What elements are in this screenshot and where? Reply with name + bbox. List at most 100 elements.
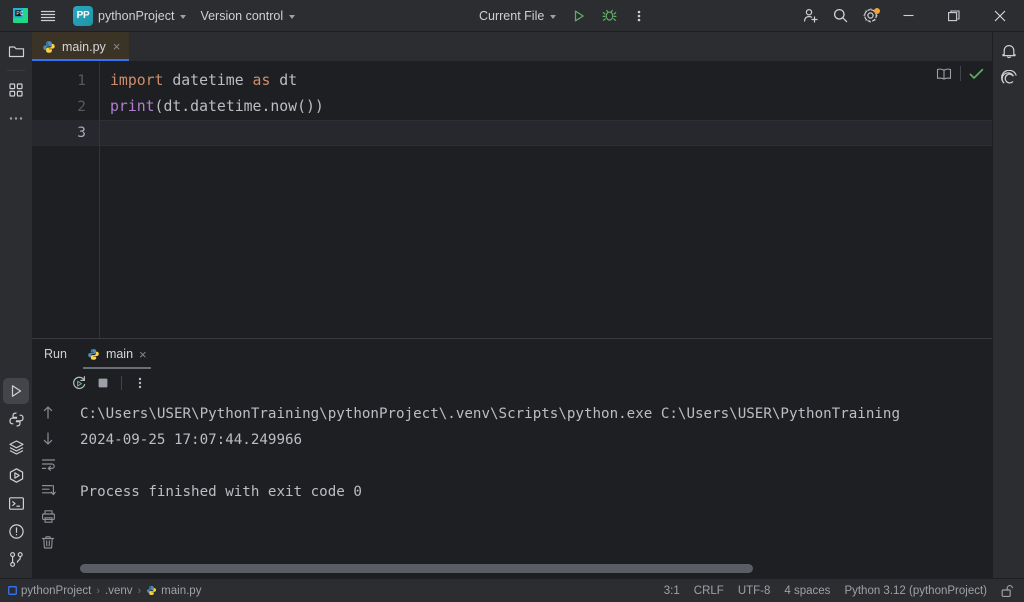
line-number: 2 (77, 99, 86, 115)
sidebar-item-run[interactable] (3, 378, 29, 404)
soft-wrap-icon[interactable] (36, 453, 60, 475)
breadcrumb-item-venv[interactable]: .venv (105, 585, 133, 597)
code-text-area[interactable]: import datetime as dt print(dt.datetime.… (100, 62, 992, 338)
toolbar-divider (121, 376, 122, 390)
project-badge: PP (73, 5, 93, 26)
code-editor[interactable]: 1 2 3 import datetime as dt print(dt.dat… (32, 62, 992, 338)
editor-gutter: 1 2 3 (32, 62, 100, 338)
code-token: as (252, 72, 271, 89)
console-line: 2024-09-25 17:07:44.249966 (80, 432, 303, 448)
console-line: C:\Users\USER\PythonTraining\pythonProje… (80, 406, 900, 422)
settings-gear-icon[interactable] (856, 3, 884, 29)
notifications-button[interactable] (996, 38, 1022, 64)
scrollbar-thumb[interactable] (80, 564, 754, 573)
sidebar-item-python-console[interactable] (3, 406, 29, 432)
breadcrumb-label: pythonProject (21, 584, 92, 597)
version-control-widget[interactable]: Version control (193, 4, 302, 28)
checkmark-icon[interactable] (969, 67, 984, 81)
run-button[interactable] (565, 3, 593, 29)
code-token: (dt.datetime.now()) (154, 98, 324, 115)
editor-tab-close-icon[interactable]: × (112, 40, 122, 53)
stop-button[interactable] (92, 372, 114, 394)
window-maximize-icon[interactable] (932, 0, 976, 32)
python-file-icon (88, 348, 99, 360)
console-area: C:\Users\USER\PythonTraining\pythonProje… (32, 397, 992, 578)
console-output[interactable]: C:\Users\USER\PythonTraining\pythonProje… (64, 397, 992, 578)
more-actions-button[interactable] (625, 3, 653, 29)
indent-setting[interactable]: 4 spaces (784, 585, 830, 597)
code-token: dt (270, 72, 298, 89)
file-encoding[interactable]: UTF-8 (738, 585, 771, 597)
right-tool-stripe (992, 32, 1024, 578)
sidebar-item-problems[interactable] (3, 518, 29, 544)
project-name-label: pythonProject (98, 8, 175, 23)
run-panel-toolbar (32, 369, 992, 397)
run-tab-main[interactable]: main × (79, 339, 155, 369)
python-interpreter[interactable]: Python 3.12 (pythonProject) (844, 585, 987, 597)
scroll-to-end-icon[interactable] (36, 479, 60, 501)
book-icon[interactable] (936, 67, 952, 81)
breadcrumb: pythonProject › .venv › main.py (8, 585, 201, 597)
line-number: 1 (77, 73, 86, 89)
editor-tab-bar: main.py × (32, 32, 992, 62)
project-square-icon (8, 586, 17, 595)
printer-icon[interactable] (36, 505, 60, 527)
left-tool-stripe (0, 32, 32, 578)
status-bar: pythonProject › .venv › main.py 3:1 CRLF… (0, 578, 1024, 602)
run-tab-label: main (105, 347, 134, 361)
run-panel-title: Run (44, 347, 67, 361)
breadcrumb-item-file[interactable]: main.py (146, 585, 201, 597)
editor-tab-main-py[interactable]: main.py × (32, 32, 130, 61)
code-line: print(dt.datetime.now()) (100, 94, 992, 120)
toolbar-left-group: PC PP pythonProject Version control (0, 3, 302, 29)
console-horizontal-scrollbar[interactable] (80, 564, 990, 573)
run-configuration-selector[interactable]: Current File (472, 4, 563, 28)
sidebar-item-version-control[interactable] (3, 546, 29, 572)
window-minimize-icon[interactable] (886, 0, 930, 32)
line-number: 3 (32, 120, 99, 146)
chevron-down-icon (180, 14, 187, 19)
line-separator[interactable]: CRLF (694, 585, 724, 597)
window-close-icon[interactable] (978, 0, 1022, 32)
debug-button[interactable] (595, 3, 623, 29)
console-line: Process finished with exit code 0 (80, 484, 362, 500)
rerun-button[interactable] (68, 372, 90, 394)
hamburger-menu-icon[interactable] (34, 3, 62, 29)
sidebar-item-terminal[interactable] (3, 490, 29, 516)
sidebar-item-structure[interactable] (3, 77, 29, 103)
arrow-up-icon[interactable] (36, 401, 60, 423)
stripe-divider (7, 70, 25, 71)
breadcrumb-item-project[interactable]: pythonProject (8, 585, 91, 597)
toolbar-right-group (796, 0, 1024, 32)
main-toolbar: PC PP pythonProject Version control Curr… (0, 0, 1024, 32)
run-widget-group: Current File (472, 3, 653, 29)
search-icon[interactable] (826, 3, 854, 29)
left-stripe-bottom-group (3, 378, 29, 578)
unlocked-padlock-icon[interactable] (1001, 584, 1014, 598)
caret-position[interactable]: 3:1 (664, 585, 680, 597)
editor-tab-active-underline (32, 59, 130, 61)
run-tab-close-icon[interactable]: × (139, 348, 147, 361)
arrow-down-icon[interactable] (36, 427, 60, 449)
breadcrumb-separator: › (96, 584, 100, 597)
sidebar-item-debug[interactable] (3, 462, 29, 488)
sidebar-item-services[interactable] (3, 434, 29, 460)
run-more-button[interactable] (129, 372, 151, 394)
sidebar-item-project[interactable] (3, 38, 29, 64)
pycharm-logo-icon[interactable]: PC (6, 3, 34, 29)
sidebar-item-more[interactable] (3, 105, 29, 131)
ai-assistant-button[interactable] (996, 66, 1022, 92)
run-tool-window: Run main × C:\Users\USER\PythonTraining\… (32, 338, 992, 578)
code-token: print (110, 98, 155, 115)
breadcrumb-separator: › (137, 584, 142, 597)
code-line-current (100, 120, 992, 146)
run-panel-header: Run main × (32, 339, 992, 369)
pycharm-window: PC PP pythonProject Version control Curr… (0, 0, 1024, 602)
python-file-icon (43, 40, 55, 53)
run-configuration-label: Current File (479, 8, 545, 23)
add-user-icon[interactable] (796, 3, 824, 29)
trash-icon[interactable] (36, 531, 60, 553)
run-tab-active-underline (82, 367, 151, 369)
project-selector[interactable]: PP pythonProject (66, 4, 193, 28)
